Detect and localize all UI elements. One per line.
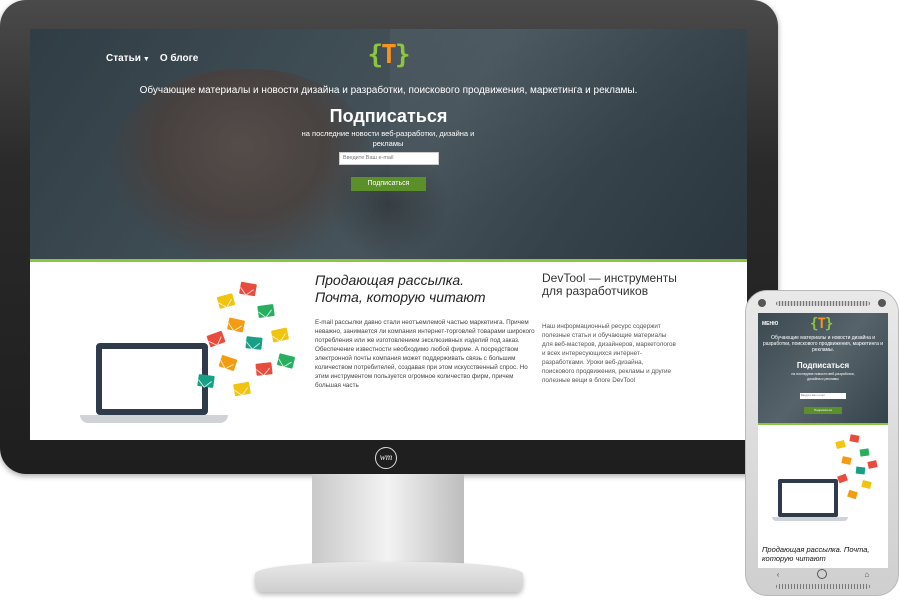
envelope-icon (270, 327, 290, 343)
envelope-icon (239, 281, 257, 297)
phone-nav-bar: ‹ ⌂ (758, 568, 888, 580)
phone-top-speaker (776, 301, 870, 306)
nav-item-articles[interactable]: Статьи ▼ (106, 53, 150, 64)
home-icon[interactable] (816, 569, 827, 579)
mobile-hero-divider (758, 423, 888, 425)
envelope-icon (226, 317, 246, 333)
mobile-site-logo[interactable]: {T} (810, 316, 834, 332)
envelope-icon (861, 480, 872, 489)
envelope-icon (276, 353, 296, 369)
mobile-subscribe-title: Подписаться (796, 361, 850, 370)
email-input[interactable]: Введите Ваш e-mail (339, 152, 439, 165)
email-marketing-illustration (68, 275, 298, 435)
envelope-icon (255, 362, 273, 376)
phone-sensor-icon (878, 299, 886, 307)
back-icon[interactable]: ‹ (777, 570, 780, 579)
mobile-tagline: Обучающие материалы и новости дизайна и … (762, 335, 884, 353)
envelope-icon (837, 473, 848, 484)
sidebar-title: DevTool — инструменты для разработчиков (542, 271, 677, 298)
envelope-icon (867, 460, 878, 469)
hero-section: Статьи ▼ О блоге { T } Обучающие материал… (30, 29, 747, 259)
site-logo[interactable]: { T } (364, 39, 412, 71)
laptop-base (80, 415, 228, 423)
monitor-stand-base (255, 562, 523, 592)
recent-apps-icon[interactable]: ⌂ (864, 570, 869, 579)
logo-right-brace: } (824, 316, 834, 332)
laptop-screen (778, 479, 838, 517)
envelope-icon (245, 336, 263, 350)
device-mockup: Статьи ▼ О блоге { T } Обучающие материал… (0, 0, 900, 600)
envelope-icon (233, 381, 251, 397)
logo-mark: T (381, 40, 397, 70)
subscribe-button[interactable]: Подписаться (351, 177, 426, 191)
envelope-icon (849, 434, 860, 443)
envelope-icon (197, 373, 215, 389)
envelope-icon (859, 448, 870, 457)
site-tagline: Обучающие материалы и новости дизайна и … (139, 85, 638, 96)
subscribe-description: на последние новости веб-разработки, диз… (301, 129, 475, 148)
envelope-icon (835, 439, 846, 450)
mobile-phone: МЕНЮ {T} Обучающие материалы и новости д… (745, 290, 899, 596)
article-body: E-mail рассылки давно стали неотъемлемой… (315, 319, 535, 389)
top-nav: Статьи ▼ О блоге (106, 53, 198, 64)
phone-bottom-speaker (776, 584, 870, 589)
nav-item-label: Статьи (106, 53, 141, 64)
desktop-screen: Статьи ▼ О блоге { T } Обучающие материал… (30, 29, 747, 440)
desktop-monitor: Статьи ▼ О блоге { T } Обучающие материал… (0, 0, 778, 474)
laptop-base (772, 517, 848, 521)
sidebar-body: Наш информационный ресурс содержит полез… (542, 323, 676, 384)
envelope-icon (855, 466, 866, 475)
nav-item-about[interactable]: О блоге (160, 53, 199, 64)
logo-mark: T (817, 316, 826, 332)
mobile-subscribe-button[interactable]: Подписаться (804, 407, 842, 414)
mobile-menu-button[interactable]: МЕНЮ (762, 321, 778, 327)
article-title[interactable]: Продающая рассылка. Почта, которую читаю… (315, 272, 515, 306)
logo-right-brace: } (394, 40, 411, 70)
mobile-article-title[interactable]: Продающая рассылка. Почта, которую читаю… (762, 545, 886, 563)
mobile-email-input[interactable]: Введите ваш e-mail (800, 393, 846, 399)
envelope-icon (206, 330, 226, 348)
laptop-screen (96, 343, 208, 415)
envelope-icon (218, 354, 238, 372)
caret-down-icon: ▼ (142, 56, 150, 63)
envelope-icon (257, 303, 275, 319)
mobile-screen: МЕНЮ {T} Обучающие материалы и новости д… (758, 313, 888, 568)
mobile-email-illustration (772, 431, 882, 541)
mobile-hero-section: МЕНЮ {T} Обучающие материалы и новости д… (758, 313, 888, 423)
envelope-icon (841, 456, 852, 465)
envelope-icon (216, 293, 236, 309)
monitor-stand-neck (312, 474, 464, 564)
monitor-brand-logo: wm (375, 447, 397, 469)
hero-divider (30, 259, 747, 262)
phone-camera-icon (758, 299, 766, 307)
mobile-subscribe-description: на последние новости веб-разработки, диз… (791, 372, 855, 381)
envelope-icon (847, 489, 858, 500)
logo-left-brace: { (367, 40, 384, 70)
subscribe-title: Подписаться (329, 106, 448, 126)
